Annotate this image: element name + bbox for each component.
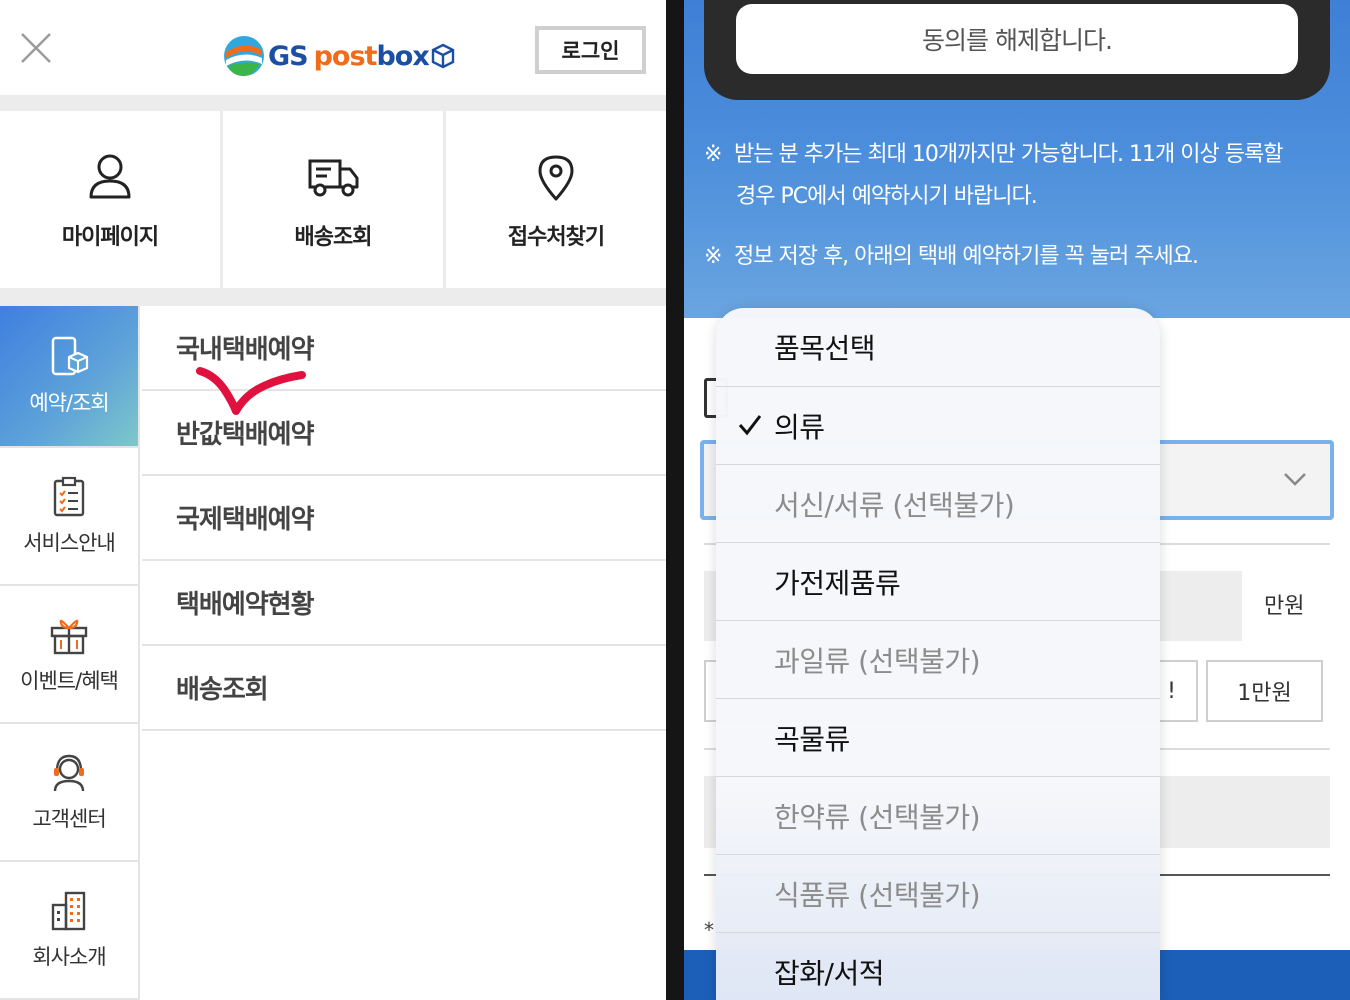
blue-header-area: 동의를 해제합니다. ※ 받는 분 추가는 최대 10개까지만 가능합니다. 11…: [684, 0, 1350, 318]
right-screen: 동의를 해제합니다. ※ 받는 분 추가는 최대 10개까지만 가능합니다. 11…: [684, 0, 1350, 1000]
sub-menu: 국내택배예약 반값택배예약 국제택배예약 택배예약현황 배송조회: [142, 306, 666, 731]
divider-band: [0, 288, 666, 306]
side-item-label: 서비스안내: [23, 531, 116, 555]
dropdown-option[interactable]: 가전제품류: [716, 542, 1160, 620]
gs-postbox-logo[interactable]: GS postbox: [222, 30, 456, 82]
quick-link-label: 마이페이지: [61, 224, 159, 250]
side-item-service-guide[interactable]: 서비스안내: [0, 448, 138, 586]
gs-logo-mark-icon: [224, 36, 264, 76]
amount-preset-label: !: [1167, 678, 1176, 704]
quick-link-find-office[interactable]: 접수처찾기: [443, 111, 666, 288]
dropdown-option-selected[interactable]: 의류: [716, 386, 1160, 464]
dropdown-option[interactable]: 잡화/서적: [716, 932, 1160, 1000]
login-button[interactable]: 로그인: [535, 26, 646, 74]
dropdown-option-disabled: 한약류 (선택불가): [716, 776, 1160, 854]
option-label: 식품류 (선택불가): [774, 878, 981, 912]
side-item-customer-center[interactable]: 고객센터: [0, 724, 138, 862]
notice-text: 받는 분 추가는 최대 10개까지만 가능합니다. 11개 이상 등록할: [734, 142, 1283, 167]
option-label: 잡화/서적: [774, 956, 884, 990]
option-label: 가전제품류: [774, 566, 901, 600]
notice-text: 경우 PC에서 예약하시기 바랍니다.: [736, 184, 1038, 209]
map-pin-icon: [538, 155, 574, 200]
sub-item-half-price[interactable]: 반값택배예약: [142, 391, 666, 476]
phone-box-icon: [51, 336, 89, 376]
option-label: 서신/서류 (선택불가): [774, 488, 1015, 522]
sub-item-reservation-status[interactable]: 택배예약현황: [142, 561, 666, 646]
item-category-dropdown: 품목선택 의류 서신/서류 (선택불가) 가전제품류 과일류 (선택불가) 곡물…: [716, 308, 1160, 1000]
sub-item-tracking[interactable]: 배송조회: [142, 646, 666, 731]
notice-mark: ※: [704, 142, 722, 167]
quick-link-label: 배송조회: [294, 224, 373, 250]
close-icon: [21, 33, 51, 63]
close-button[interactable]: [18, 30, 54, 66]
chevron-down-icon: [1284, 473, 1306, 486]
quick-link-label: 접수처찾기: [507, 224, 605, 250]
quick-link-mypage[interactable]: 마이페이지: [0, 111, 220, 288]
dropdown-option-disabled: 식품류 (선택불가): [716, 854, 1160, 932]
amount-10000-button[interactable]: 1만원: [1206, 660, 1323, 722]
revoke-consent-button[interactable]: 동의를 해제합니다.: [736, 4, 1298, 74]
option-label: 품목선택: [774, 332, 876, 365]
side-item-label: 회사소개: [32, 945, 106, 969]
side-item-label: 고객센터: [32, 807, 106, 831]
option-label: 한약류 (선택불가): [774, 800, 981, 834]
side-item-events[interactable]: 이벤트/혜택: [0, 586, 138, 724]
cube-icon: [431, 43, 454, 69]
quick-links: 마이페이지 배송조회 접수처찾기: [0, 111, 666, 288]
notice-text: 정보 저장 후, 아래의 택배 예약하기를 꼭 눌러 주세요.: [734, 244, 1199, 269]
quick-link-tracking[interactable]: 배송조회: [220, 111, 443, 288]
notice-mark: ※: [704, 244, 722, 269]
gift-icon: [50, 619, 88, 655]
required-mark: *: [704, 918, 714, 942]
divider-band: [0, 95, 666, 111]
option-label: 의류: [774, 410, 825, 444]
sub-item-international[interactable]: 국제택배예약: [142, 476, 666, 561]
left-screen: GS postbox 로그인 마이페이지 배송조회 접수처찾기 예약/조회 서비…: [0, 0, 666, 1000]
side-menu: 예약/조회 서비스안내 이벤트/혜택 고객센터 회사소개: [0, 306, 140, 1000]
side-item-reservation[interactable]: 예약/조회: [0, 306, 138, 448]
dropdown-option-disabled: 과일류 (선택불가): [716, 620, 1160, 698]
header: GS postbox 로그인: [0, 0, 666, 95]
user-icon: [89, 154, 131, 198]
dropdown-option[interactable]: 품목선택: [716, 308, 1160, 386]
notice-max-recipients: ※ 받는 분 추가는 최대 10개까지만 가능합니다. 11개 이상 등록할 경우…: [704, 134, 1324, 218]
side-item-label: 이벤트/혜택: [20, 669, 119, 693]
sub-item-domestic[interactable]: 국내택배예약: [142, 306, 666, 391]
option-label: 과일류 (선택불가): [774, 644, 981, 678]
notice-save-info: ※ 정보 저장 후, 아래의 택배 예약하기를 꼭 눌러 주세요.: [704, 236, 1324, 278]
headset-icon: [53, 754, 85, 792]
building-icon: [51, 891, 86, 931]
dropdown-option-disabled: 서신/서류 (선택불가): [716, 464, 1160, 542]
truck-icon: [308, 159, 359, 196]
screen-divider: [666, 0, 684, 1000]
dropdown-option[interactable]: 곡물류: [716, 698, 1160, 776]
side-item-company[interactable]: 회사소개: [0, 862, 138, 1000]
clipboard-icon: [53, 476, 85, 517]
side-item-label: 예약/조회: [29, 391, 109, 415]
unit-label: 만원: [1264, 594, 1305, 619]
option-label: 곡물류: [774, 722, 850, 756]
checkmark-icon: [738, 415, 762, 436]
